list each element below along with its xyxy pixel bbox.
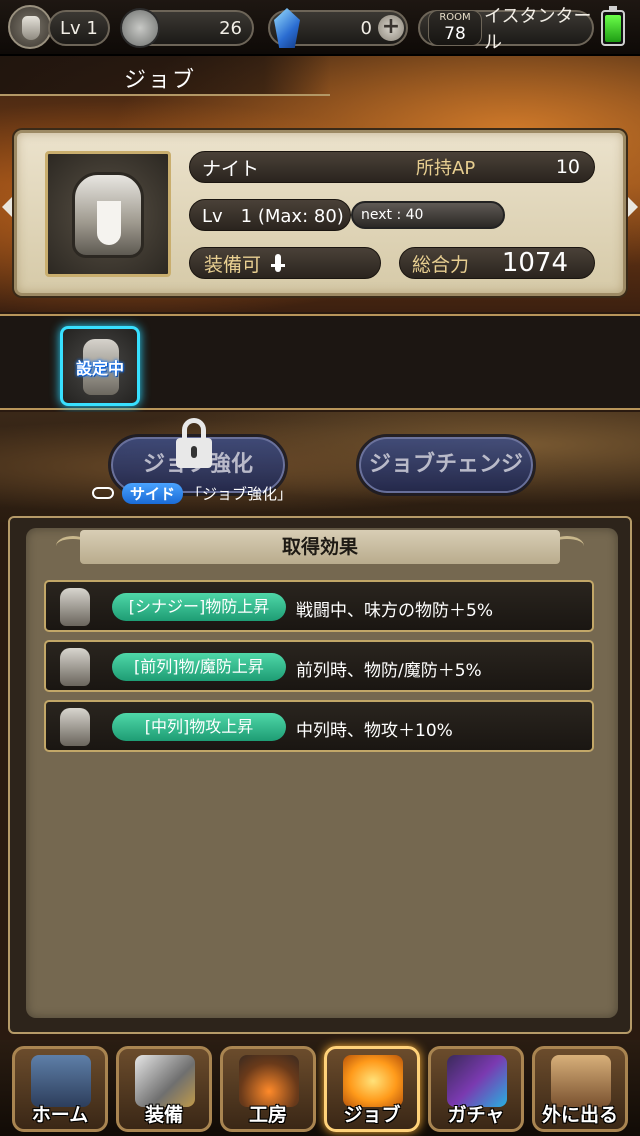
add-gems-icon[interactable]: + [378,15,404,41]
sword-icon [271,254,286,272]
nav-exit-label: 外に出る [541,1104,618,1126]
nav-home-button[interactable]: ホーム [12,1046,108,1132]
nav-equipment-button[interactable]: 装備 [116,1046,212,1132]
job-name: ナイト [202,157,260,180]
equip-status: 装備可 [189,247,381,279]
effects-title: 取得効果 [80,530,560,564]
job-slot-strip: 設定中 [0,314,640,410]
nav-job-button[interactable]: ジョブ [324,1046,420,1132]
nav-equipment-label: 装備 [144,1104,183,1126]
knight-armor-icon [60,708,90,746]
room-number: 78 [444,24,466,44]
location-name: イスタンタール [484,6,592,53]
player-level: Lv 1 [48,10,110,46]
player-level-text: Lv 1 [60,17,98,39]
ap-label: 所持AP [416,158,476,179]
room-location[interactable]: ROOM 78 イスタンタール [418,6,594,53]
equipped-label: 設定中 [75,359,124,378]
coin-counter: 26 [120,8,254,48]
unlock-hint: サイド 「ジョブ強化」 [92,482,292,504]
effect-row[interactable]: [シナジー]物防上昇 戦闘中、味方の物防＋5% [44,580,594,632]
status-bar: Lv 1 26 0 + ROOM 78 イスタンタール [0,0,640,56]
gem-crystal-icon [274,8,300,48]
equip-label: 装備可 [204,253,262,276]
job-slot-knight[interactable]: 設定中 [60,326,140,406]
job-info-card: ナイト 所持AP 10 Lv 1 (Max: 80) next : 40 装備可… [14,130,626,296]
nav-workshop-label: 工房 [248,1104,287,1126]
nav-home-label: ホーム [31,1104,89,1126]
effect-description: 戦闘中、味方の物防＋5% [296,601,493,621]
ap-value: 10 [555,156,580,178]
exp-next-text: next : 40 [361,207,424,223]
nav-gacha-label: ガチャ [447,1104,505,1126]
effect-description: 中列時、物攻＋10% [296,721,453,741]
job-level: Lv 1 (Max: 80) [189,199,351,231]
power-label: 総合力 [412,253,470,276]
key-icon [92,487,114,499]
effect-name: [シナジー]物防上昇 [112,593,286,621]
knight-armor-icon [60,588,90,626]
gem-counter: 0 + [268,8,408,48]
page-title: ジョブ [124,68,197,93]
job-portrait [45,151,171,277]
nav-exit-button[interactable]: 外に出る [532,1046,628,1132]
nav-workshop-button[interactable]: 工房 [220,1046,316,1132]
background-scene [0,412,640,522]
job-name-row: ナイト 所持AP 10 [189,151,595,183]
room-badge: ROOM 78 [428,10,482,46]
effect-name: [前列]物/魔防上昇 [112,653,286,681]
gem-value: 0 [360,17,372,39]
knight-armor-icon [60,648,90,686]
unlock-hint-text: 「ジョブ強化」 [187,484,293,503]
coin-value: 26 [219,17,242,39]
lock-icon [176,418,212,478]
effect-row[interactable]: [前列]物/魔防上昇 前列時、物防/魔防＋5% [44,640,594,692]
effect-name: [中列]物攻上昇 [112,713,286,741]
side-quest-tag: サイド [122,482,184,504]
job-change-button[interactable]: ジョブチェンジ [356,434,536,496]
effect-description: 前列時、物防/魔防＋5% [296,661,482,681]
coin-icon [120,8,160,48]
nav-job-label: ジョブ [343,1104,401,1126]
player-avatar-icon[interactable] [8,5,52,49]
job-level-text: Lv 1 (Max: 80) [202,206,344,227]
exp-bar: next : 40 [351,201,505,229]
battery-icon [601,6,625,46]
room-label: ROOM [439,12,471,23]
nav-gacha-button[interactable]: ガチャ [428,1046,524,1132]
effect-row[interactable]: [中列]物攻上昇 中列時、物攻＋10% [44,700,594,752]
total-power: 総合力 1074 [399,247,595,279]
knight-armor-icon [72,172,144,258]
power-value: 1074 [501,248,568,278]
